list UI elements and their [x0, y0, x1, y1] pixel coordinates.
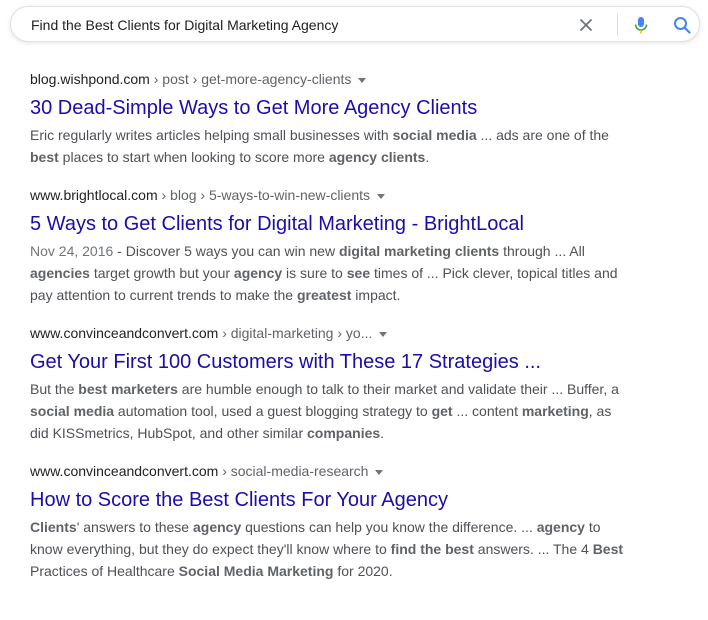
snippet-highlight: social media [392, 127, 477, 143]
result-url: www.brightlocal.com › blog › 5-ways-to-w… [30, 186, 630, 204]
snippet-text: know everything, but they do expect they… [30, 541, 391, 557]
result-date: Nov 24, 2016 [30, 243, 114, 259]
result-domain: www.convinceandconvert.com [30, 463, 219, 479]
snippet-text: times of ... Pick clever, topical titles… [370, 265, 618, 281]
chevron-down-icon[interactable] [375, 469, 384, 475]
result-url: www.convinceandconvert.com › digital-mar… [30, 324, 630, 342]
result-item: blog.wishpond.com › post › get-more-agen… [30, 70, 630, 168]
snippet-text: ... content [452, 403, 522, 419]
snippet-highlight: get [431, 403, 453, 419]
result-path: › post › get-more-agency-clients [149, 71, 352, 87]
snippet-highlight: agency [233, 265, 283, 281]
snippet-highlight: companies [307, 425, 381, 441]
snippet-highlight: Clients [30, 519, 77, 535]
result-snippet: Clients' answers to these agency questio… [30, 516, 630, 582]
snippet-text: automation tool, used a guest blogging s… [114, 403, 432, 419]
chevron-down-icon[interactable] [358, 77, 367, 83]
result-item: www.brightlocal.com › blog › 5-ways-to-w… [30, 186, 630, 306]
snippet-text: questions can help you know the differen… [241, 519, 537, 535]
result-url: www.convinceandconvert.com › social-medi… [30, 462, 630, 480]
snippet-text: impact. [351, 287, 401, 303]
snippet-text: through ... All [499, 243, 585, 259]
snippet-highlight: see [346, 265, 371, 281]
snippet-text: . [380, 425, 385, 441]
search-results: blog.wishpond.com › post › get-more-agen… [30, 70, 630, 600]
snippet-highlight: Social Media Marketing [178, 563, 334, 579]
snippet-highlight: best [30, 149, 59, 165]
result-domain: www.brightlocal.com [30, 187, 158, 203]
snippet-text: target growth but your [89, 265, 234, 281]
result-title-link[interactable]: How to Score the Best Clients For Your A… [30, 487, 630, 513]
result-domain: blog.wishpond.com [30, 71, 150, 87]
result-item: www.convinceandconvert.com › social-medi… [30, 462, 630, 582]
search-input[interactable] [31, 15, 551, 35]
result-path: › blog › 5-ways-to-win-new-clients [157, 187, 371, 203]
search-button[interactable] [671, 14, 693, 36]
snippet-text: . [425, 149, 430, 165]
result-url: blog.wishpond.com › post › get-more-agen… [30, 70, 630, 88]
chevron-down-icon[interactable] [379, 331, 388, 337]
close-icon [579, 18, 593, 32]
microphone-icon [634, 17, 648, 34]
snippet-text: is sure to [282, 265, 347, 281]
result-snippet: Eric regularly writes articles helping s… [30, 124, 630, 168]
snippet-text: Eric regularly writes articles helping s… [30, 127, 393, 143]
result-title-link[interactable]: 30 Dead-Simple Ways to Get More Agency C… [30, 95, 630, 121]
snippet-text: Practices of Healthcare [30, 563, 179, 579]
snippet-highlight: agency [536, 519, 585, 535]
snippet-highlight: greatest [296, 287, 352, 303]
magnifier-icon [674, 17, 691, 34]
result-path: › social-media-research [218, 463, 369, 479]
search-bar [10, 6, 700, 42]
result-item: www.convinceandconvert.com › digital-mar… [30, 324, 630, 444]
result-snippet: But the best marketers are humble enough… [30, 378, 630, 444]
snippet-text: answers. ... The 4 [473, 541, 593, 557]
result-path: › digital-marketing › yo... [218, 325, 373, 341]
snippet-highlight: agencies [30, 265, 90, 281]
result-title-link[interactable]: Get Your First 100 Customers with These … [30, 349, 630, 375]
snippet-highlight: find the best [390, 541, 474, 557]
snippet-text: - Discover 5 ways you can win new [113, 243, 339, 259]
search-bar-divider [617, 14, 618, 36]
result-snippet: Nov 24, 2016 - Discover 5 ways you can w… [30, 240, 630, 306]
snippet-highlight: digital marketing clients [338, 243, 500, 259]
snippet-text: are humble enough to talk to their marke… [177, 381, 619, 397]
snippet-highlight: social media [30, 403, 115, 419]
result-domain: www.convinceandconvert.com [30, 325, 219, 341]
snippet-highlight: agency [192, 519, 242, 535]
snippet-text: for 2020. [333, 563, 393, 579]
voice-search-button[interactable] [630, 14, 652, 36]
result-title-link[interactable]: 5 Ways to Get Clients for Digital Market… [30, 211, 630, 237]
snippet-highlight: Best [592, 541, 624, 557]
snippet-text: But the [30, 381, 79, 397]
snippet-text: did KISSmetrics, HubSpot, and other simi… [30, 425, 308, 441]
snippet-text: to [584, 519, 601, 535]
clear-search-button[interactable] [576, 15, 596, 35]
snippet-highlight: best marketers [78, 381, 178, 397]
snippet-text: places to start when looking to score mo… [58, 149, 329, 165]
chevron-down-icon[interactable] [377, 193, 386, 199]
snippet-text: pay attention to current trends to make … [30, 287, 297, 303]
snippet-text: ... ads are one of the [476, 127, 609, 143]
snippet-highlight: agency clients [328, 149, 426, 165]
snippet-text: , as [588, 403, 612, 419]
snippet-text: ' answers to these [76, 519, 193, 535]
snippet-highlight: marketing [521, 403, 589, 419]
